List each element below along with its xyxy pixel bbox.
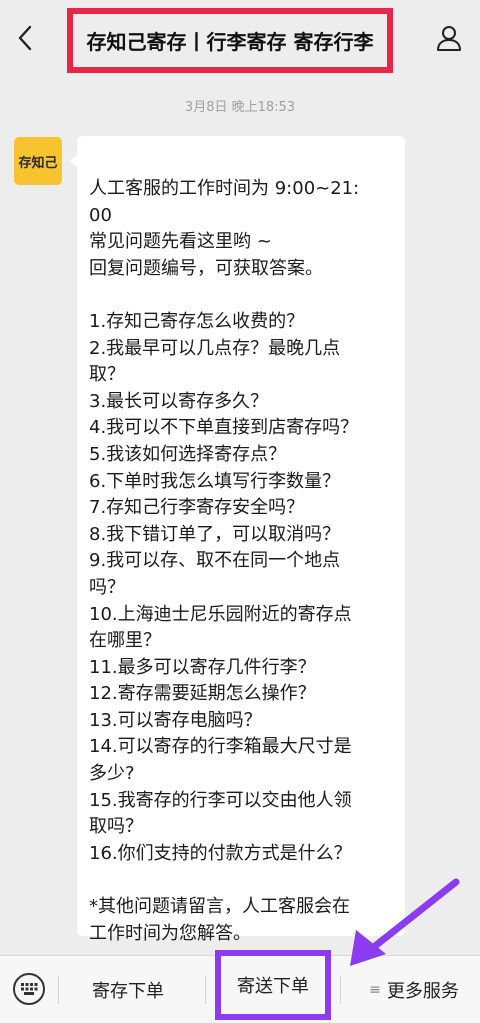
chevron-left-icon	[18, 25, 32, 51]
menu-divider	[205, 976, 206, 1004]
message-line: 7.存知己行李寄存安全吗？	[89, 497, 305, 519]
message-line: 吗？	[89, 576, 125, 598]
message-line: 10.上海迪士尼乐园附近的寄存点	[89, 603, 352, 625]
avatar[interactable]: 存知己	[14, 137, 62, 185]
message-text: 人工客服的工作时间为 9:00~21: 00 常见问题先看这里哟 ~ 回复问题编号，可…	[89, 176, 393, 947]
message-line: 16.你们支持的付款方式是什么？	[89, 842, 352, 864]
menu-storage-order-label: 寄存下单	[92, 981, 164, 1002]
bubble-tail	[70, 154, 78, 168]
message-line: *其他问题请留言，人工客服会在	[89, 896, 350, 918]
menu-delivery-order-label: 寄送下单	[237, 976, 309, 997]
message-line: 4.我可以不下单直接到店寄存吗？	[89, 417, 359, 439]
title-highlight-box: 存知己寄存丨行李寄存 寄存行李	[67, 8, 393, 73]
message-line: 12.寄存需要延期怎么操作？	[89, 683, 316, 705]
keyboard-icon	[21, 983, 38, 995]
chat-header: 存知己寄存丨行李寄存 寄存行李	[0, 0, 480, 80]
keyboard-button[interactable]	[13, 973, 45, 1005]
message-line: 回复问题编号，可获取答案。	[89, 257, 323, 279]
message-line: 14.可以寄存的行李箱最大尺寸是	[89, 736, 352, 758]
page-title: 存知己寄存丨行李寄存 寄存行李	[86, 30, 374, 54]
back-button[interactable]	[10, 20, 40, 56]
message-line: 取？	[89, 364, 125, 386]
bottom-menu-bar: 寄存下单 寄送下单 ≡ 更多服务	[0, 950, 480, 1023]
list-icon: ≡	[369, 982, 381, 998]
user-icon	[437, 26, 461, 51]
message-bubble: 人工客服的工作时间为 9:00~21: 00 常见问题先看这里哟 ~ 回复问题编号，可…	[70, 136, 405, 944]
message-line: 1.存知己寄存怎么收费的？	[89, 310, 305, 332]
message-line: 8.我下错订单了，可以取消吗？	[89, 523, 341, 545]
message-line: 5.我该如何选择寄存点？	[89, 443, 287, 465]
message-timestamp: 3月8日 晚上18:53	[184, 100, 296, 115]
message-line: 00	[89, 204, 112, 226]
message-line: 11.最多可以寄存几件行李？	[89, 656, 316, 678]
message-line: 在哪里？	[89, 630, 161, 652]
menu-divider	[58, 976, 59, 1004]
menu-more-services[interactable]: ≡ 更多服务	[350, 956, 478, 1023]
message-line: 工作时间为您解答。	[89, 922, 251, 944]
message-line: 常见问题先看这里哟 ~	[89, 231, 272, 253]
profile-button[interactable]	[432, 20, 466, 56]
menu-divider	[340, 976, 341, 1004]
message-line: 3.最长可以寄存多久？	[89, 390, 269, 412]
message-line: 13.可以寄存电脑吗？	[89, 709, 262, 731]
avatar-label: 存知己	[18, 155, 58, 171]
message-line: 2.我最早可以几点存？最晚几点	[89, 337, 341, 359]
menu-delivery-order[interactable]: 寄送下单	[215, 950, 331, 1020]
message-line: 人工客服的工作时间为 9:00~21:	[89, 178, 360, 199]
menu-storage-order[interactable]: 寄存下单	[60, 956, 196, 1023]
message-line: 多少?	[89, 763, 135, 785]
menu-more-services-label: 更多服务	[386, 981, 459, 1002]
message-line: 9.我可以存、取不在同一个地点	[89, 550, 341, 572]
message-line: 15.我寄存的行李可以交由他人领	[89, 789, 352, 811]
message-line: 6.下单时我怎么填写行李数量？	[89, 470, 341, 492]
message-line: 取吗？	[89, 816, 143, 838]
